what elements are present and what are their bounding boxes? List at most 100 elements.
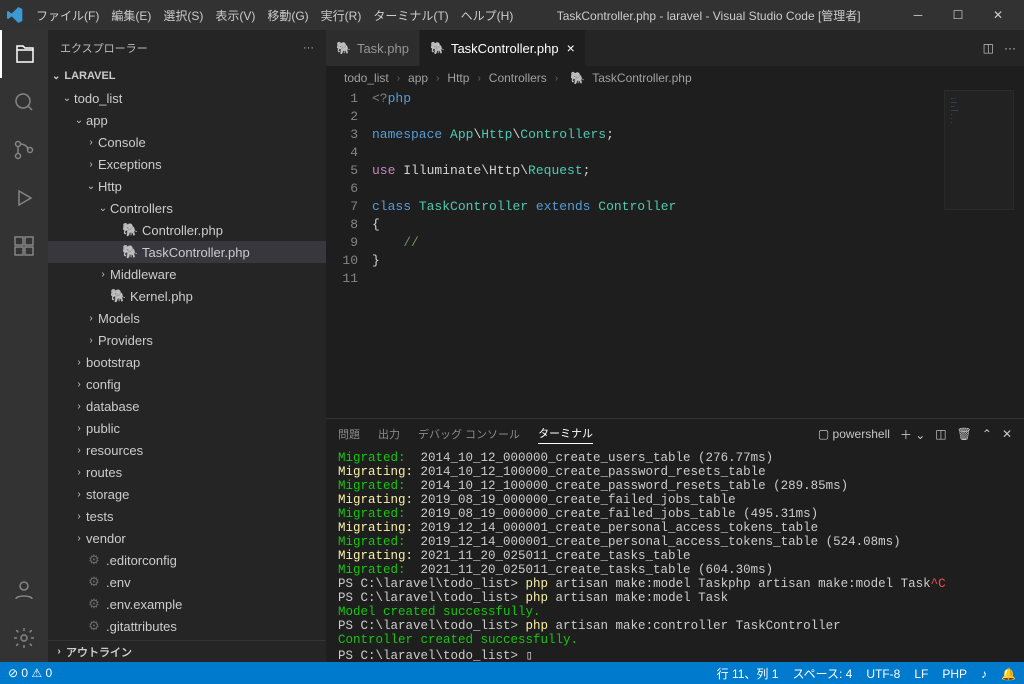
chevron-right-icon: ›: [52, 646, 66, 657]
more-icon[interactable]: ···: [1004, 41, 1016, 55]
terminal-output[interactable]: Migrated: 2014_10_12_000000_create_users…: [326, 449, 1024, 662]
tree-row[interactable]: ›tests: [48, 505, 326, 527]
terminal-line: Migrated: 2014_10_12_000000_create_users…: [338, 451, 1012, 465]
vscode-logo-icon: [6, 6, 24, 24]
terminal-line: PS C:\laravel\todo_list> php artisan mak…: [338, 619, 1012, 633]
tree-row[interactable]: ›resources: [48, 439, 326, 461]
statusbar-item[interactable]: 🔔: [1001, 667, 1016, 681]
chevron-right-icon: ›: [84, 159, 98, 170]
activitybar-explorer[interactable]: [0, 30, 48, 78]
tree-row[interactable]: ⚙.editorconfig: [48, 549, 326, 571]
panel-tab[interactable]: 出力: [378, 426, 400, 442]
menu-item[interactable]: 編集(E): [105, 7, 157, 24]
kill-terminal-icon[interactable]: 🗑: [957, 427, 972, 441]
maximize-panel-icon[interactable]: ⌃: [982, 427, 992, 441]
breadcrumb-item[interactable]: Controllers: [489, 71, 547, 85]
statusbar-item[interactable]: UTF-8: [866, 667, 900, 681]
breadcrumb-item[interactable]: app: [408, 71, 428, 85]
menu-item[interactable]: ターミナル(T): [367, 7, 454, 24]
tree-row[interactable]: ⚙.env.example: [48, 593, 326, 615]
tree-row[interactable]: ›Providers: [48, 329, 326, 351]
split-terminal-icon[interactable]: ◫: [935, 427, 946, 441]
breadcrumb-item[interactable]: todo_list: [344, 71, 389, 85]
menu-item[interactable]: 表示(V): [209, 7, 261, 24]
chevron-right-icon: ›: [72, 423, 86, 434]
editor-tab[interactable]: 🐘TaskController.php×: [420, 30, 586, 66]
chevron-right-icon: ›: [84, 335, 98, 346]
menu-item[interactable]: 移動(G): [261, 7, 314, 24]
breadcrumb-item[interactable]: 🐘 TaskController.php: [566, 71, 691, 85]
activitybar-settings[interactable]: [0, 614, 48, 662]
statusbar-item[interactable]: ⊘ 0 ⚠ 0: [8, 666, 52, 680]
statusbar-item[interactable]: 行 11、列 1: [717, 667, 779, 681]
breadcrumb[interactable]: todo_list›app›Http›Controllers›🐘 TaskCon…: [326, 66, 1024, 90]
statusbar-item[interactable]: ♪: [981, 667, 987, 681]
tree-row[interactable]: 🐘Controller.php: [48, 219, 326, 241]
tree-label: database: [86, 399, 140, 414]
panel-shell-select[interactable]: ▢ powershell: [818, 427, 890, 441]
terminal-line: Model created successfully.: [338, 605, 1012, 619]
tree-row[interactable]: ›vendor: [48, 527, 326, 549]
panel-tab[interactable]: ターミナル: [538, 425, 593, 444]
activitybar-accounts[interactable]: [0, 566, 48, 614]
php-icon: 🐘: [110, 288, 126, 304]
tree-label: public: [86, 421, 120, 436]
statusbar-left: ⊘ 0 ⚠ 0: [8, 666, 62, 680]
tree-row[interactable]: ⌄Controllers: [48, 197, 326, 219]
chevron-right-icon: ›: [555, 73, 558, 84]
tree-row[interactable]: ⌄Http: [48, 175, 326, 197]
minimize-button[interactable]: ─: [898, 0, 938, 30]
panel-tab[interactable]: デバッグ コンソール: [418, 426, 520, 442]
tab-label: TaskController.php: [451, 41, 559, 56]
activitybar-source-control[interactable]: [0, 126, 48, 174]
tree-row[interactable]: ›config: [48, 373, 326, 395]
tree-row[interactable]: ›routes: [48, 461, 326, 483]
split-editor-icon[interactable]: ◫: [983, 41, 994, 55]
terminal-line: Controller created successfully.: [338, 633, 1012, 647]
statusbar-item[interactable]: PHP: [942, 667, 967, 681]
tree-row[interactable]: ⌄app: [48, 109, 326, 131]
editor-tab[interactable]: 🐘Task.php: [326, 30, 420, 66]
editor-tabs: 🐘Task.php🐘TaskController.php× ◫ ···: [326, 30, 1024, 66]
tree-row[interactable]: ›Exceptions: [48, 153, 326, 175]
tree-row[interactable]: ›public: [48, 417, 326, 439]
close-button[interactable]: ✕: [978, 0, 1018, 30]
statusbar-item[interactable]: LF: [914, 667, 928, 681]
sidebar-section-title[interactable]: ⌄ LARAVEL: [48, 65, 326, 87]
new-terminal-icon[interactable]: ＋ ⌄: [900, 426, 925, 443]
tree-row[interactable]: 🐘TaskController.php: [48, 241, 326, 263]
tree-row[interactable]: ⚙.gitattributes: [48, 615, 326, 637]
activitybar-run-debug[interactable]: [0, 174, 48, 222]
tree-row[interactable]: ›storage: [48, 483, 326, 505]
menu-item[interactable]: 選択(S): [157, 7, 209, 24]
chevron-down-icon: ⌄: [84, 181, 98, 192]
menu-item[interactable]: 実行(R): [315, 7, 368, 24]
code-content[interactable]: <?php namespace App\Http\Controllers; us…: [372, 90, 1024, 418]
tree-row[interactable]: ›bootstrap: [48, 351, 326, 373]
statusbar-item[interactable]: スペース: 4: [792, 667, 852, 681]
sidebar-outline-row[interactable]: › アウトライン: [48, 640, 326, 662]
chevron-right-icon: ›: [72, 445, 86, 456]
chevron-down-icon: ⌄: [52, 71, 60, 82]
close-panel-icon[interactable]: ✕: [1002, 427, 1012, 441]
menu-item[interactable]: ファイル(F): [30, 7, 105, 24]
tree-row[interactable]: ›Middleware: [48, 263, 326, 285]
panel-tab[interactable]: 問題: [338, 426, 360, 442]
editor-body[interactable]: 1234567891011 <?php namespace App\Http\C…: [326, 90, 1024, 418]
breadcrumb-item[interactable]: Http: [447, 71, 469, 85]
tree-row[interactable]: ›Models: [48, 307, 326, 329]
terminal-line: Migrating: 2021_11_20_025011_create_task…: [338, 549, 1012, 563]
more-icon[interactable]: ···: [303, 42, 314, 54]
close-icon[interactable]: ×: [567, 40, 575, 56]
minimap[interactable]: ▬▬ ▬▬▬▬▬▬▬▬▬▬▬▬▬▬▬▬▬▬: [944, 90, 1014, 210]
tree-row[interactable]: 🐘Kernel.php: [48, 285, 326, 307]
tree-row[interactable]: ›Console: [48, 131, 326, 153]
activitybar-extensions[interactable]: [0, 222, 48, 270]
activitybar-search[interactable]: [0, 78, 48, 126]
tree-label: Exceptions: [98, 157, 162, 172]
tree-row[interactable]: ⚙.env: [48, 571, 326, 593]
maximize-button[interactable]: ☐: [938, 0, 978, 30]
tree-row[interactable]: ⌄todo_list: [48, 87, 326, 109]
tree-row[interactable]: ›database: [48, 395, 326, 417]
menu-item[interactable]: ヘルプ(H): [455, 7, 520, 24]
